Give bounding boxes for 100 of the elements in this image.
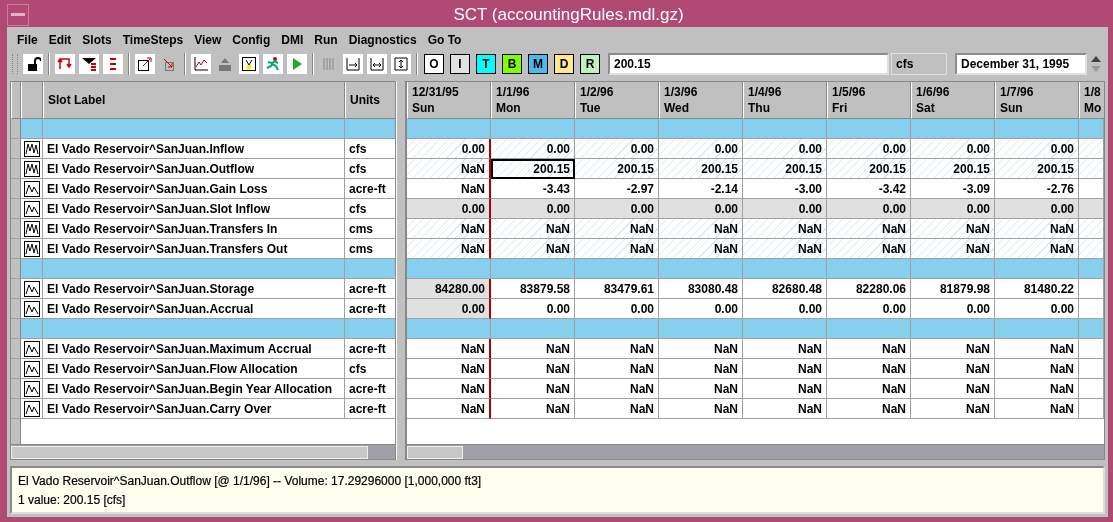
filter-button[interactable] bbox=[78, 53, 100, 75]
menu-item[interactable]: Go To bbox=[424, 33, 470, 47]
value-cell[interactable]: NaN bbox=[911, 359, 995, 379]
value-cell[interactable]: NaN bbox=[911, 239, 995, 259]
value-cell[interactable]: 200.15 bbox=[491, 159, 575, 179]
slot-label-cell[interactable]: El Vado Reservoir^SanJuan.Gain Loss bbox=[43, 179, 345, 199]
value-cell[interactable]: 0.00 bbox=[827, 139, 911, 159]
value-cell[interactable]: 0.00 bbox=[911, 299, 995, 319]
row-header[interactable] bbox=[11, 119, 21, 139]
value-cell[interactable]: NaN bbox=[827, 339, 911, 359]
value-cell[interactable]: NaN bbox=[995, 219, 1079, 239]
row-header[interactable] bbox=[11, 179, 21, 199]
flag-button[interactable]: I bbox=[450, 54, 470, 74]
value-cell[interactable]: 82680.48 bbox=[743, 279, 827, 299]
value-cell[interactable]: 81480.22 bbox=[995, 279, 1079, 299]
value-cell[interactable]: NaN bbox=[743, 239, 827, 259]
run-button[interactable] bbox=[286, 53, 308, 75]
value-cell[interactable]: NaN bbox=[743, 339, 827, 359]
value-cell[interactable]: 0.00 bbox=[911, 139, 995, 159]
date-field[interactable]: December 31, 1995 bbox=[955, 53, 1087, 75]
swap-button[interactable] bbox=[54, 53, 76, 75]
slot-label-cell[interactable]: El Vado Reservoir^SanJuan.Flow Allocation bbox=[43, 359, 345, 379]
menu-item[interactable]: TimeSteps bbox=[119, 33, 192, 47]
row-header[interactable] bbox=[11, 199, 21, 219]
value-field[interactable]: 200.15 bbox=[608, 53, 889, 75]
value-cell[interactable]: 0.00 bbox=[743, 139, 827, 159]
value-cell[interactable]: NaN bbox=[743, 359, 827, 379]
row-header[interactable] bbox=[11, 239, 21, 259]
value-cell[interactable]: NaN bbox=[995, 359, 1079, 379]
slot-label-cell[interactable]: El Vado Reservoir^SanJuan.Carry Over bbox=[43, 399, 345, 419]
value-cell[interactable]: NaN bbox=[911, 339, 995, 359]
value-cell[interactable]: 0.00 bbox=[659, 199, 743, 219]
menu-item[interactable]: File bbox=[14, 33, 46, 47]
value-cell[interactable]: 0.00 bbox=[995, 139, 1079, 159]
menu-item[interactable]: Config bbox=[229, 33, 279, 47]
value-cell[interactable]: NaN bbox=[407, 379, 491, 399]
row-header[interactable] bbox=[11, 379, 21, 399]
value-cell[interactable]: NaN bbox=[407, 219, 491, 239]
value-cell[interactable]: 0.00 bbox=[911, 199, 995, 219]
value-cell[interactable]: NaN bbox=[659, 339, 743, 359]
row-header[interactable] bbox=[11, 219, 21, 239]
value-cell[interactable]: NaN bbox=[575, 219, 659, 239]
value-cell[interactable]: 0.00 bbox=[743, 299, 827, 319]
value-cell[interactable]: 83879.58 bbox=[491, 279, 575, 299]
menu-item[interactable]: Edit bbox=[45, 33, 80, 47]
value-cell[interactable]: 0.00 bbox=[827, 199, 911, 219]
row-header[interactable] bbox=[11, 159, 21, 179]
value-cell[interactable]: 81879.98 bbox=[911, 279, 995, 299]
slot-label-cell[interactable]: El Vado Reservoir^SanJuan.Slot Inflow bbox=[43, 199, 345, 219]
value-cell[interactable]: NaN bbox=[491, 339, 575, 359]
value-cell[interactable]: NaN bbox=[575, 399, 659, 419]
value-cell[interactable]: NaN bbox=[659, 379, 743, 399]
fit-right-button[interactable] bbox=[342, 53, 364, 75]
value-cell[interactable]: NaN bbox=[827, 399, 911, 419]
value-cell[interactable]: -2.97 bbox=[575, 179, 659, 199]
value-cell[interactable]: NaN bbox=[659, 359, 743, 379]
row-header[interactable] bbox=[11, 359, 21, 379]
value-cell[interactable]: NaN bbox=[995, 379, 1079, 399]
value-cell[interactable]: 0.00 bbox=[995, 299, 1079, 319]
value-cell[interactable]: 0.00 bbox=[407, 299, 491, 319]
value-cell[interactable]: 200.15 bbox=[659, 159, 743, 179]
value-cell[interactable]: 82280.06 bbox=[827, 279, 911, 299]
flag-button[interactable]: O bbox=[424, 54, 444, 74]
value-cell[interactable]: 200.15 bbox=[995, 159, 1079, 179]
value-cell[interactable]: NaN bbox=[491, 379, 575, 399]
value-cell[interactable]: 84280.00 bbox=[407, 279, 491, 299]
value-cell[interactable]: NaN bbox=[491, 359, 575, 379]
value-cell[interactable]: NaN bbox=[575, 339, 659, 359]
value-cell[interactable]: NaN bbox=[575, 359, 659, 379]
value-cell[interactable]: NaN bbox=[659, 219, 743, 239]
value-cell[interactable]: NaN bbox=[911, 219, 995, 239]
slot-label-cell[interactable]: El Vado Reservoir^SanJuan.Inflow bbox=[43, 139, 345, 159]
value-cell[interactable]: -3.43 bbox=[491, 179, 575, 199]
value-cell[interactable]: 0.00 bbox=[407, 139, 491, 159]
value-cell[interactable]: NaN bbox=[827, 379, 911, 399]
row-header[interactable] bbox=[11, 339, 21, 359]
value-cell[interactable]: -3.00 bbox=[743, 179, 827, 199]
menu-item[interactable]: View bbox=[191, 33, 230, 47]
row-header[interactable] bbox=[11, 259, 21, 279]
fit-width-button[interactable] bbox=[366, 53, 388, 75]
value-cell[interactable]: NaN bbox=[995, 399, 1079, 419]
value-cell[interactable]: 0.00 bbox=[743, 199, 827, 219]
value-cell[interactable]: 0.00 bbox=[491, 139, 575, 159]
window-menu-button[interactable] bbox=[7, 4, 29, 26]
value-cell[interactable]: NaN bbox=[575, 379, 659, 399]
value-cell[interactable]: 0.00 bbox=[575, 139, 659, 159]
value-cell[interactable]: -2.14 bbox=[659, 179, 743, 199]
value-cell[interactable]: -2.76 bbox=[995, 179, 1079, 199]
value-cell[interactable]: NaN bbox=[911, 399, 995, 419]
lock-button[interactable] bbox=[22, 53, 44, 75]
value-cell[interactable]: NaN bbox=[827, 219, 911, 239]
value-cell[interactable]: 0.00 bbox=[575, 299, 659, 319]
value-cell[interactable]: NaN bbox=[491, 239, 575, 259]
value-cell[interactable]: NaN bbox=[407, 159, 491, 179]
value-cell[interactable]: NaN bbox=[407, 359, 491, 379]
slot-label-cell[interactable]: El Vado Reservoir^SanJuan.Maximum Accrual bbox=[43, 339, 345, 359]
slot-label-cell[interactable]: El Vado Reservoir^SanJuan.Transfers Out bbox=[43, 239, 345, 259]
value-cell[interactable]: 200.15 bbox=[575, 159, 659, 179]
value-cell[interactable]: NaN bbox=[407, 399, 491, 419]
row-header[interactable] bbox=[11, 139, 21, 159]
